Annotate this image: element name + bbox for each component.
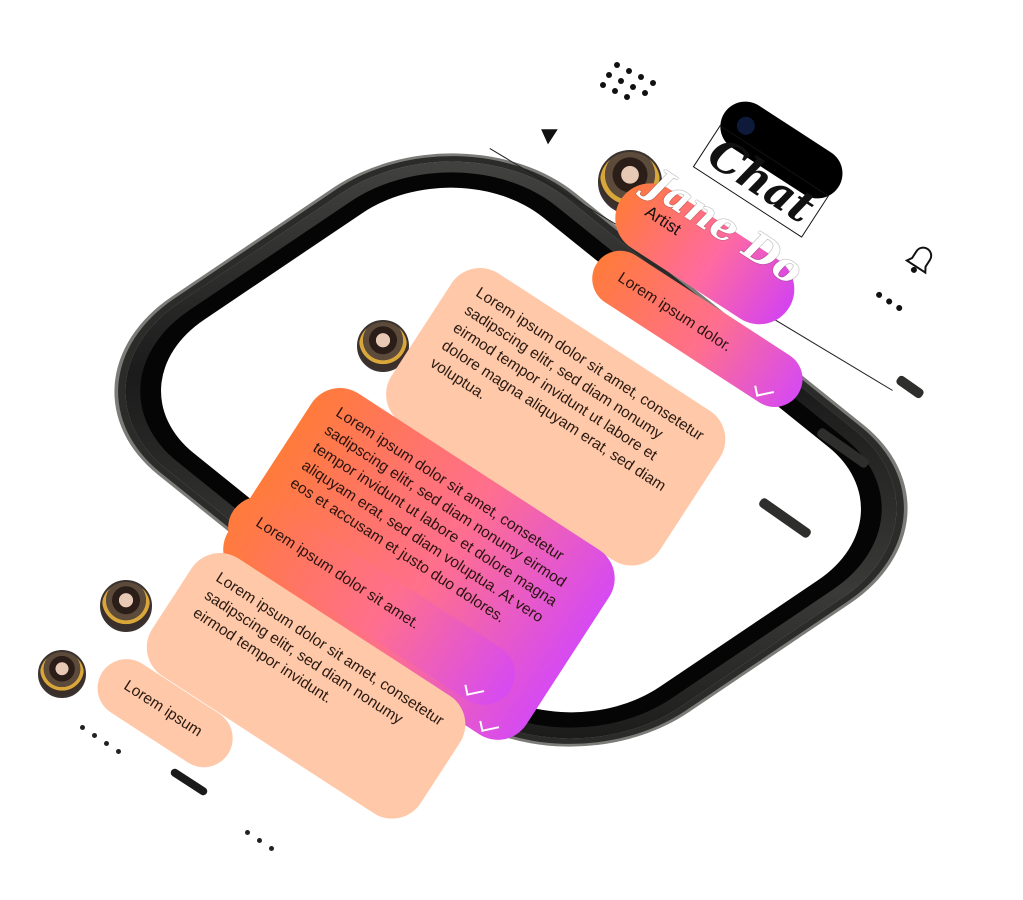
back-arrow-icon[interactable]	[536, 121, 558, 145]
phone-mockup: Chat Jane Do Artist Lorem ipsum dolor. L…	[0, 0, 1023, 900]
speaker-grille	[80, 725, 85, 730]
sender-avatar	[100, 580, 152, 632]
read-check-icon	[464, 681, 485, 696]
dot-grid-icon[interactable]	[600, 58, 660, 108]
read-check-icon	[754, 382, 775, 397]
speaker-grille	[245, 830, 250, 835]
more-dots-icon[interactable]	[872, 287, 909, 317]
charging-port	[169, 767, 209, 797]
speaker-grille	[92, 733, 97, 738]
read-check-icon	[479, 717, 500, 732]
speaker-grille	[116, 749, 121, 754]
side-button	[894, 374, 926, 400]
speaker-grille	[269, 846, 274, 851]
sender-avatar	[38, 650, 86, 698]
speaker-grille	[104, 741, 109, 746]
speaker-grille	[257, 838, 262, 843]
bell-icon[interactable]	[895, 233, 948, 286]
